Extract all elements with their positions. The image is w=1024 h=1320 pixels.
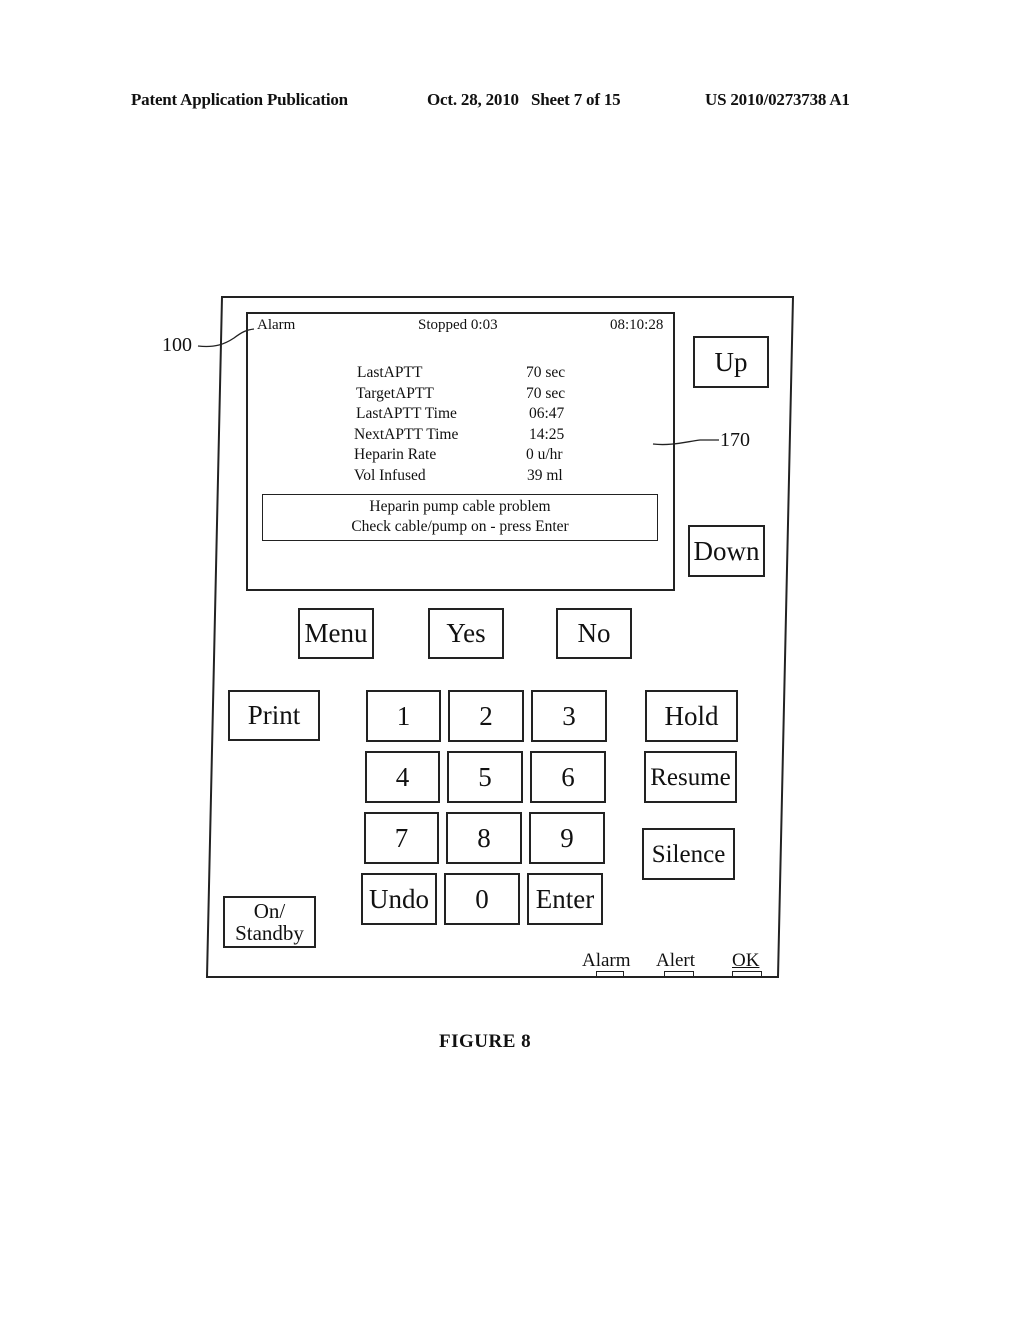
display-screen: Alarm Stopped 0:03 08:10:28 LastAPTT 70 … — [246, 312, 675, 591]
screen-mode: Alarm — [257, 317, 296, 333]
print-button[interactable]: Print — [228, 690, 320, 741]
on-standby-label-line-2: Standby — [235, 921, 304, 945]
row-value-last-aptt: 70 sec — [526, 364, 566, 381]
device-outline — [197, 296, 795, 978]
keypad-9[interactable]: 9 — [529, 812, 605, 864]
row-label-last-aptt-time: LastAPTT Time — [356, 405, 457, 422]
ok-indicator-label: OK — [732, 950, 760, 971]
keypad-8[interactable]: 8 — [446, 812, 522, 864]
menu-button[interactable]: Menu — [298, 608, 374, 659]
alarm-indicator-light — [596, 971, 624, 977]
keypad-2[interactable]: 2 — [448, 690, 524, 742]
alarm-message-line-1: Heparin pump cable problem — [369, 498, 551, 515]
no-button[interactable]: No — [556, 608, 632, 659]
pump-status: Stopped 0:03 — [418, 317, 498, 333]
keypad-0[interactable]: 0 — [444, 873, 520, 925]
keypad-5[interactable]: 5 — [447, 751, 523, 803]
alarm-indicator-label: Alarm — [582, 950, 631, 971]
alarm-message-line-2: Check cable/pump on - press Enter — [351, 518, 569, 535]
resume-button[interactable]: Resume — [644, 751, 737, 803]
row-value-vol-infused: 39 ml — [527, 467, 563, 484]
alarm-message-box: Heparin pump cable problem Check cable/p… — [262, 494, 658, 541]
enter-button[interactable]: Enter — [527, 873, 603, 925]
row-label-last-aptt: LastAPTT — [357, 364, 423, 381]
alert-indicator-label: Alert — [656, 950, 696, 971]
row-value-next-aptt-time: 14:25 — [529, 426, 565, 443]
on-standby-button[interactable]: On/ Standby — [223, 896, 316, 948]
row-label-heparin-rate: Heparin Rate — [354, 446, 437, 463]
row-value-target-aptt: 70 sec — [526, 385, 566, 402]
down-button[interactable]: Down — [688, 525, 765, 577]
row-label-target-aptt: TargetAPTT — [356, 385, 434, 402]
keypad-1[interactable]: 1 — [366, 690, 441, 742]
row-value-last-aptt-time: 06:47 — [529, 405, 565, 422]
keypad-7[interactable]: 7 — [364, 812, 439, 864]
row-label-next-aptt-time: NextAPTT Time — [354, 426, 459, 443]
reference-numeral-170: 170 — [720, 429, 750, 451]
up-button[interactable]: Up — [693, 336, 769, 388]
yes-button[interactable]: Yes — [428, 608, 504, 659]
ok-indicator-light — [732, 971, 762, 977]
row-value-heparin-rate: 0 u/hr — [526, 446, 563, 463]
hold-button[interactable]: Hold — [645, 690, 738, 742]
keypad-4[interactable]: 4 — [365, 751, 440, 803]
keypad-3[interactable]: 3 — [531, 690, 607, 742]
reference-numeral-100: 100 — [162, 334, 192, 356]
silence-button[interactable]: Silence — [642, 828, 735, 880]
on-standby-label-line-1: On/ — [253, 899, 286, 923]
undo-button[interactable]: Undo — [361, 873, 437, 925]
keypad-6[interactable]: 6 — [530, 751, 606, 803]
screen-clock: 08:10:28 — [610, 317, 664, 333]
row-label-vol-infused: Vol Infused — [354, 467, 426, 484]
figure-caption: FIGURE 8 — [439, 1031, 532, 1052]
alert-indicator-light — [664, 971, 694, 977]
